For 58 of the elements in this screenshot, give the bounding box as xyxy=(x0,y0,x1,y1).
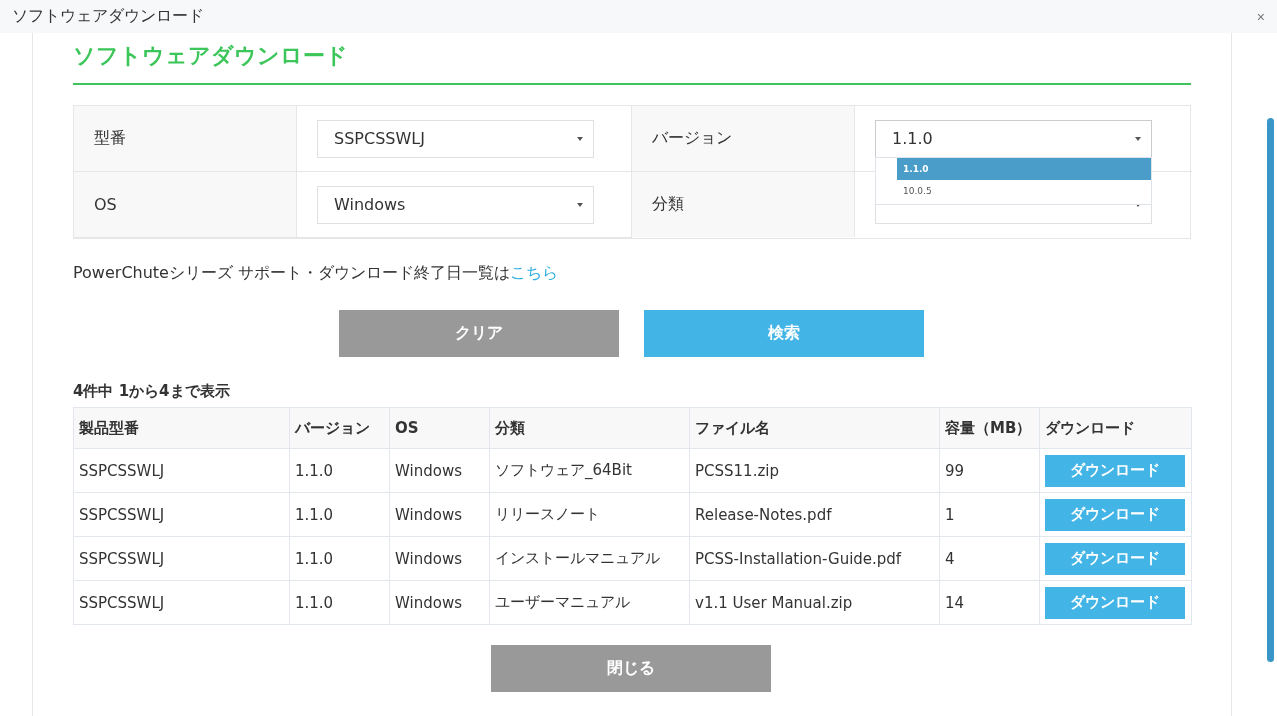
table-cell: Release-Notes.pdf xyxy=(689,492,940,537)
caret-icon xyxy=(1135,202,1141,207)
table-cell: PCSS11.zip xyxy=(689,448,940,493)
field-label: バージョン xyxy=(652,128,732,149)
table-cell: 99 xyxy=(939,448,1040,493)
dropdown-option[interactable]: 10.0.5 xyxy=(897,180,1151,202)
table-cell: 1.1.0 xyxy=(289,492,390,537)
field-label: OS xyxy=(94,195,117,214)
table-cell: SSPCSSWLJ xyxy=(73,448,290,493)
column-header: 分類 xyxy=(489,407,690,449)
table-cell: 1.1.0 xyxy=(289,448,390,493)
table-cell: 1.1.0 xyxy=(289,580,390,625)
dropdown-option[interactable]: 1.1.0 xyxy=(897,158,1151,180)
page-heading: ソフトウェアダウンロード xyxy=(73,33,1191,85)
column-header: OS xyxy=(389,407,490,449)
column-header: ファイル名 xyxy=(689,407,940,449)
table-cell: Windows xyxy=(389,536,490,581)
close-button[interactable]: × xyxy=(1256,8,1265,25)
field-label: 分類 xyxy=(652,194,684,215)
caret-icon xyxy=(1135,136,1141,141)
table-cell: ユーザーマニュアル xyxy=(489,580,690,625)
table-cell: v1.1 User Manual.zip xyxy=(689,580,940,625)
table-cell: SSPCSSWLJ xyxy=(73,536,290,581)
caret-icon xyxy=(577,136,583,141)
field-label: 型番 xyxy=(94,128,126,149)
table-cell: PCSS-Installation-Guide.pdf xyxy=(689,536,940,581)
table-cell: 4 xyxy=(939,536,1040,581)
close-button[interactable]: 閉じる xyxy=(491,645,771,692)
download-button[interactable]: ダウンロード xyxy=(1045,542,1185,575)
select-field[interactable]: SSPCSSWLJ xyxy=(317,119,594,158)
table-cell: 14 xyxy=(939,580,1040,625)
caret-icon xyxy=(577,202,583,207)
download-button[interactable]: ダウンロード xyxy=(1045,454,1185,487)
clear-button[interactable]: クリア xyxy=(338,310,619,357)
select-field[interactable]: Windows xyxy=(317,185,594,224)
search-button[interactable]: 検索 xyxy=(643,310,924,357)
table-cell: Windows xyxy=(389,492,490,537)
column-header: 製品型番 xyxy=(73,407,290,449)
scrollbar-thumb[interactable] xyxy=(1267,118,1274,662)
window-title: ソフトウェアダウンロード xyxy=(12,6,204,27)
table-cell: 1.1.0 xyxy=(289,536,390,581)
result-summary: 4件中 1から4まで表示 xyxy=(73,382,231,401)
column-header: バージョン xyxy=(289,407,390,449)
table-cell: Windows xyxy=(389,448,490,493)
table-cell: 1 xyxy=(939,492,1040,537)
table-cell: Windows xyxy=(389,580,490,625)
table-cell: ソフトウェア_64Bit xyxy=(489,448,690,493)
download-button[interactable]: ダウンロード xyxy=(1045,586,1185,619)
column-header: 容量（MB） xyxy=(939,407,1040,449)
column-header: ダウンロード xyxy=(1039,407,1192,449)
table-cell: インストールマニュアル xyxy=(489,536,690,581)
notice-text: PowerChuteシリーズ サポート・ダウンロード終了日一覧はこちら xyxy=(73,263,560,284)
table-cell: SSPCSSWLJ xyxy=(73,580,290,625)
select-field[interactable]: 1.1.0 xyxy=(875,119,1152,158)
download-button[interactable]: ダウンロード xyxy=(1045,498,1185,531)
link[interactable]: こちら xyxy=(510,263,559,282)
table-cell: リリースノート xyxy=(489,492,690,537)
table-cell: SSPCSSWLJ xyxy=(73,492,290,537)
